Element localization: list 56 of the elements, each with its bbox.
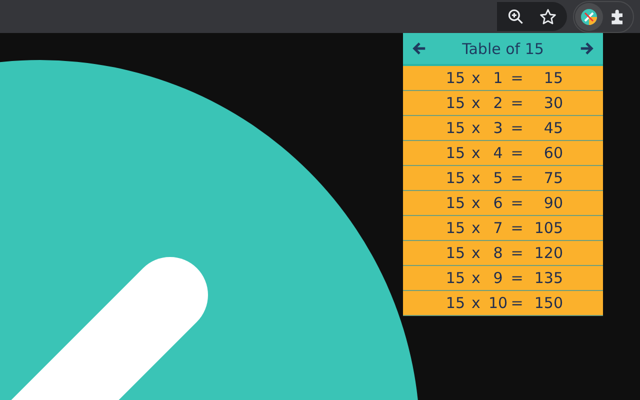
zoom-icon[interactable] — [507, 8, 525, 26]
product: 30 — [542, 94, 563, 112]
multiplicand: 15 — [444, 244, 465, 262]
multiplicand: 15 — [444, 169, 465, 187]
product: 60 — [542, 144, 563, 162]
equals-sign: = — [510, 219, 524, 237]
equals-sign: = — [510, 169, 524, 187]
equals-sign: = — [510, 94, 524, 112]
extension-icon[interactable] — [575, 2, 603, 30]
multiplicand: 15 — [444, 219, 465, 237]
multiplicand: 15 — [444, 294, 465, 312]
multiplier: 6 — [492, 194, 504, 212]
times-sign: x — [470, 94, 482, 112]
equals-sign: = — [510, 144, 524, 162]
multiplicand: 15 — [444, 94, 465, 112]
equals-sign: = — [510, 269, 524, 287]
times-sign: x — [470, 119, 482, 137]
equals-sign: = — [510, 69, 524, 87]
multiplicand: 15 — [444, 144, 465, 162]
times-sign: x — [470, 294, 482, 312]
product: 90 — [542, 194, 563, 212]
equals-sign: = — [510, 119, 524, 137]
equals-sign: = — [510, 294, 524, 312]
product: 15 — [542, 69, 563, 87]
multiplier: 8 — [492, 244, 504, 262]
product: 150 — [533, 294, 563, 312]
popup-title: Table of 15 — [462, 40, 544, 58]
multiplicand: 15 — [444, 119, 465, 137]
multiplicand: 15 — [444, 194, 465, 212]
times-sign: x — [470, 244, 482, 262]
multiplier: 2 — [492, 94, 504, 112]
star-icon[interactable] — [539, 8, 557, 26]
product: 120 — [533, 244, 563, 262]
times-sign: x — [470, 169, 482, 187]
left-arrow-icon[interactable] — [412, 41, 427, 56]
times-sign: x — [470, 194, 482, 212]
multiplier: 10 — [487, 294, 509, 312]
product: 45 — [542, 119, 563, 137]
multiplier: 7 — [492, 219, 504, 237]
times-sign: x — [470, 69, 482, 87]
multiplier: 1 — [492, 69, 504, 87]
right-arrow-icon[interactable] — [579, 41, 594, 56]
times-sign: x — [470, 269, 482, 287]
times-sign: x — [470, 219, 482, 237]
multiplicand: 15 — [444, 69, 465, 87]
multiplier: 3 — [492, 119, 504, 137]
equals-sign: = — [510, 194, 524, 212]
multiplier: 9 — [492, 269, 504, 287]
equals-sign: = — [510, 244, 524, 262]
multiplier: 5 — [492, 169, 504, 187]
product: 135 — [533, 269, 563, 287]
product: 105 — [533, 219, 563, 237]
multiplier: 4 — [492, 144, 504, 162]
product: 75 — [542, 169, 563, 187]
times-sign: x — [470, 144, 482, 162]
multiplicand: 15 — [444, 269, 465, 287]
